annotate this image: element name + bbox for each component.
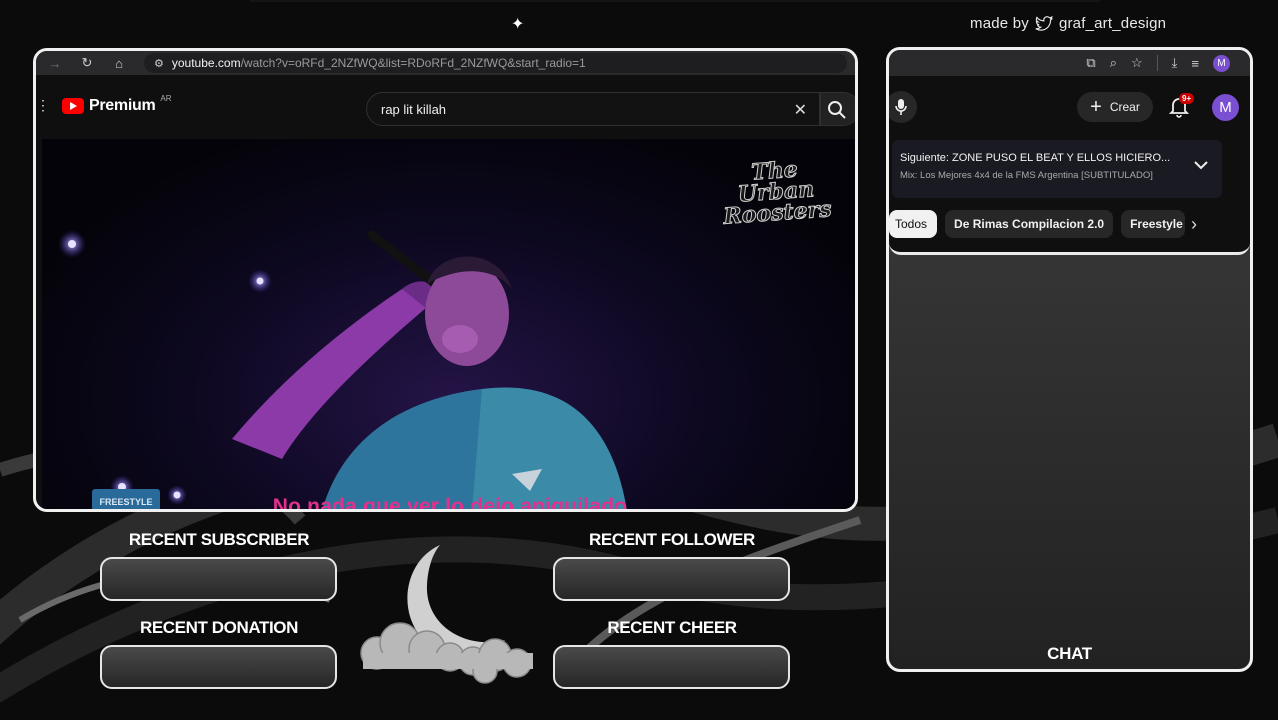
- create-button[interactable]: + Crear: [1077, 92, 1153, 122]
- recent-subscriber-title: RECENT SUBSCRIBER: [128, 530, 310, 549]
- chat-label: CHAT: [1047, 644, 1092, 663]
- create-label: Crear: [1109, 100, 1140, 114]
- credit-prefix: made by: [970, 15, 1029, 32]
- moon-clouds-decoration: [360, 545, 533, 684]
- youtube-play-icon: [62, 98, 84, 114]
- video-subtitle: No nada que ver lo dejo aniquilado: [272, 495, 628, 511]
- video-player[interactable]: The Urban Roosters FREESTYLE No nada que…: [42, 139, 855, 511]
- search-value: rap lit killah: [381, 101, 447, 117]
- notification-count-badge: 9+: [1179, 93, 1195, 104]
- chip-todos[interactable]: Todos: [889, 210, 938, 238]
- reload-icon[interactable]: ↻: [80, 55, 94, 71]
- chat-browser-frame: ⧉ ⌕ ☆ ⤓ ≡ M + Crear 9+ M Siguiente: ZONE…: [886, 47, 1253, 672]
- profile-avatar-small[interactable]: M: [1213, 54, 1230, 72]
- chip-de-rimas[interactable]: De Rimas Compilacion 2.0: [945, 210, 1114, 238]
- plus-icon: +: [1090, 96, 1102, 118]
- voice-search-button[interactable]: [889, 91, 917, 123]
- browser-toolbar: → ↻ ⌂ ⚙ youtube.com /watch?v=oRFd_2NZfWQ…: [36, 51, 855, 75]
- home-icon[interactable]: ⌂: [112, 56, 126, 71]
- region-code: AR: [160, 93, 172, 103]
- bookmark-star-icon[interactable]: ☆: [1131, 55, 1143, 71]
- recent-donation-box: [100, 645, 337, 689]
- chevron-down-icon[interactable]: [1194, 160, 1208, 170]
- recent-subscriber-box: [100, 557, 337, 601]
- download-icon[interactable]: ⤓: [1172, 55, 1178, 71]
- search-button[interactable]: [820, 92, 855, 126]
- site-settings-icon[interactable]: ⚙: [154, 57, 164, 70]
- install-app-icon[interactable]: ⧉: [1086, 55, 1095, 71]
- toolbar-divider: [1156, 55, 1158, 71]
- urban-roosters-watermark: The Urban Roosters: [722, 156, 833, 230]
- up-next-title: Siguiente: ZONE PUSO EL BEAT Y ELLOS HIC…: [900, 152, 1171, 164]
- clear-search-icon[interactable]: ✕: [794, 100, 807, 120]
- filter-chips: Todos De Rimas Compilacion 2.0 Freestyle…: [889, 210, 1186, 238]
- chip-freestyle[interactable]: Freestyle I: [1121, 210, 1186, 238]
- recent-follower-box: [553, 557, 790, 601]
- search-icon: [828, 101, 846, 119]
- up-next-card[interactable]: Siguiente: ZONE PUSO EL BEAT Y ELLOS HIC…: [892, 140, 1222, 198]
- chevron-right-icon[interactable]: ›: [1191, 214, 1197, 235]
- logo-label: Premium: [89, 97, 156, 114]
- forward-icon[interactable]: →: [48, 56, 62, 71]
- twitter-bird-icon: [1035, 15, 1053, 31]
- youtube-sidebar-panel: ⧉ ⌕ ☆ ⤓ ≡ M + Crear 9+ M Siguiente: ZONE…: [889, 50, 1250, 255]
- youtube-header: ⋮ Premium AR rap lit killah ✕: [36, 83, 855, 127]
- zoom-icon[interactable]: ⌕: [1110, 55, 1117, 71]
- account-avatar[interactable]: M: [1212, 94, 1239, 121]
- recent-cheer-box: [553, 645, 790, 689]
- address-bar[interactable]: ⚙ youtube.com /watch?v=oRFd_2NZfWQ&list=…: [144, 53, 847, 73]
- youtube-premium-logo[interactable]: Premium AR: [62, 93, 172, 115]
- credit-handle: graf_art_design: [1058, 15, 1167, 32]
- credit: made by graf_art_design: [970, 15, 1166, 32]
- url-host: youtube.com: [171, 56, 241, 70]
- recent-cheer-title: RECENT CHEER: [607, 618, 737, 637]
- media-queue-icon[interactable]: ≡: [1191, 56, 1199, 71]
- recent-follower-title: RECENT FOLLOWER: [589, 530, 755, 549]
- up-next-playlist: Mix: Los Mejores 4x4 de la FMS Argentina…: [900, 170, 1153, 181]
- browser-toolbar-right: ⧉ ⌕ ☆ ⤓ ≡ M: [889, 50, 1250, 76]
- hamburger-menu-icon[interactable]: ⋮: [36, 97, 50, 114]
- recent-donation-title: RECENT DONATION: [139, 618, 298, 637]
- microphone-icon: [895, 99, 907, 115]
- video-browser-frame: → ↻ ⌂ ⚙ youtube.com /watch?v=oRFd_2NZfWQ…: [33, 48, 858, 512]
- search-input[interactable]: rap lit killah ✕: [366, 92, 820, 126]
- url-path: /watch?v=oRFd_2NZfWQ&list=RDoRFd_2NZfWQ&…: [240, 56, 586, 70]
- sparkle-icon: ✦: [511, 16, 525, 33]
